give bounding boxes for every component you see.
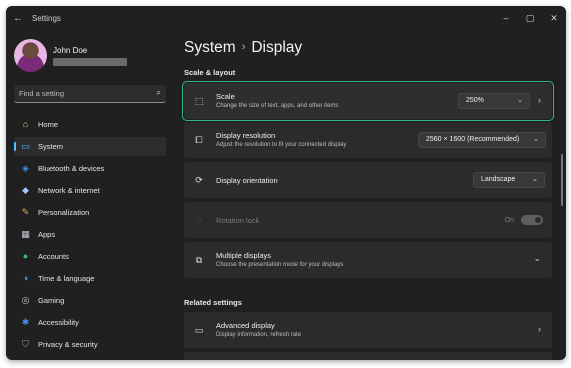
multiple-displays-subtitle: Choose the presentation mode for your di…: [216, 262, 344, 268]
close-button[interactable]: ✕: [546, 11, 562, 25]
rotation-lock-card: ◌ Rotation lock On: [184, 202, 552, 238]
rotation-lock-icon: ◌: [196, 215, 202, 225]
scale-subtitle: Change the size of text, apps, and other…: [216, 103, 339, 109]
orientation-dropdown[interactable]: Landscape ⌄: [473, 172, 545, 188]
sidebar-item-label: Time & language: [38, 274, 95, 283]
sidebar-item-label: Privacy & security: [38, 340, 98, 349]
avatar[interactable]: [14, 39, 47, 72]
breadcrumb-parent[interactable]: System: [184, 39, 236, 56]
sidebar-item-bluetooth-devices[interactable]: ◈ Bluetooth & devices: [14, 159, 166, 178]
system-icon: ▭: [21, 141, 30, 151]
toggle-knob: [535, 217, 541, 223]
multiple-displays-card[interactable]: ⧉ Multiple displays Choose the presentat…: [184, 242, 552, 278]
rotation-lock-state: On: [504, 217, 514, 224]
app-title: Settings: [32, 14, 61, 23]
resolution-icon: ⧠: [195, 135, 203, 145]
resolution-dropdown[interactable]: 2560 × 1600 (Recommended) ⌄: [418, 132, 546, 148]
scale-card[interactable]: ⬚ Scale Change the size of text, apps, a…: [182, 81, 554, 121]
breadcrumb: System › Display: [184, 39, 302, 57]
home-icon: ⌂: [22, 119, 29, 129]
sidebar-item-network-internet[interactable]: ◆ Network & internet: [14, 181, 166, 200]
resolution-title: Display resolution: [216, 131, 276, 140]
rotation-lock-toggle[interactable]: [521, 215, 543, 225]
next-card-partial: [184, 352, 552, 360]
network-icon: ◆: [22, 185, 29, 195]
resolution-dropdown-value: 2560 × 1600 (Recommended): [426, 136, 520, 143]
section-title-related-settings: Related settings: [184, 298, 242, 307]
bluetooth-icon: ◈: [22, 163, 29, 173]
sidebar-item-accessibility[interactable]: ✱ Accessibility: [14, 313, 166, 332]
monitor-icon: ▭: [194, 325, 204, 335]
gaming-icon: ◎: [21, 295, 30, 305]
chevron-down-icon[interactable]: ⌄: [533, 253, 541, 264]
page-title: Display: [251, 39, 303, 56]
sidebar-item-label: Personalization: [38, 208, 90, 217]
active-indicator: [14, 142, 16, 151]
chevron-down-icon: ⌄: [517, 97, 523, 104]
sidebar-item-label: System: [38, 142, 64, 151]
sidebar-item-label: Bluetooth & devices: [38, 164, 105, 173]
advanced-display-subtitle: Display information, refresh rate: [216, 332, 302, 338]
sidebar-item-accounts[interactable]: ● Accounts: [14, 247, 166, 266]
scale-dropdown[interactable]: 250% ⌄: [458, 93, 530, 109]
orientation-dropdown-value: Landscape: [481, 176, 516, 183]
resolution-subtitle: Adjust the resolution to fit your connec…: [216, 142, 347, 148]
settings-window: ← Settings – ▢ ✕ John Doe ⌕ System › Displ…: [6, 6, 566, 360]
scrollbar[interactable]: [561, 154, 563, 206]
section-title-scale-layout: Scale & layout: [184, 68, 236, 77]
shield-icon: ⛉: [22, 339, 29, 349]
title-bar: ← Settings – ▢ ✕: [6, 6, 566, 32]
personalization-icon: ✎: [21, 207, 30, 217]
display-orientation-card: ⟳ Display orientation Landscape ⌄: [184, 162, 552, 198]
search-icon[interactable]: ⌕: [157, 88, 161, 98]
back-arrow-icon[interactable]: ←: [12, 13, 24, 25]
chevron-right-icon[interactable]: ›: [538, 324, 541, 334]
accessibility-icon: ✱: [21, 317, 30, 327]
multiple-displays-icon: ⧉: [195, 255, 203, 265]
maximize-button[interactable]: ▢: [522, 11, 538, 25]
search-box[interactable]: ⌕: [14, 85, 166, 103]
orientation-icon: ⟳: [195, 175, 203, 185]
chevron-right-icon[interactable]: ›: [538, 95, 541, 105]
sidebar-item-home[interactable]: ⌂ Home: [14, 115, 166, 134]
scale-dropdown-value: 250%: [466, 97, 484, 104]
sidebar-item-time-language[interactable]: ◑ Time & language: [14, 269, 166, 288]
accounts-icon: ●: [22, 251, 29, 261]
multiple-displays-title: Multiple displays: [216, 251, 272, 260]
apps-icon: ▦: [21, 229, 30, 239]
scale-icon: ⬚: [194, 96, 204, 106]
user-name: John Doe: [53, 46, 88, 55]
sidebar-item-personalization[interactable]: ✎ Personalization: [14, 203, 166, 222]
sidebar-item-system[interactable]: ▭ System: [14, 137, 166, 156]
sidebar-item-label: Network & internet: [38, 186, 100, 195]
rotation-lock-title: Rotation lock: [216, 216, 260, 225]
user-email-redacted: [53, 58, 127, 66]
orientation-title: Display orientation: [216, 176, 278, 185]
sidebar-item-apps[interactable]: ▦ Apps: [14, 225, 166, 244]
sidebar-item-label: Apps: [38, 230, 56, 239]
sidebar-item-label: Home: [38, 120, 59, 129]
chevron-down-icon: ⌄: [532, 176, 538, 183]
advanced-display-card[interactable]: ▭ Advanced display Display information, …: [184, 312, 552, 348]
display-resolution-card: ⧠ Display resolution Adjust the resoluti…: [184, 122, 552, 158]
scale-title: Scale: [216, 92, 235, 101]
sidebar-item-label: Accessibility: [38, 318, 79, 327]
sidebar-item-gaming[interactable]: ◎ Gaming: [14, 291, 166, 310]
minimize-button[interactable]: –: [498, 11, 514, 25]
breadcrumb-separator-icon: ›: [241, 41, 246, 53]
sidebar-item-label: Gaming: [38, 296, 65, 305]
sidebar-item-label: Accounts: [38, 252, 69, 261]
chevron-down-icon: ⌄: [533, 136, 539, 143]
sidebar-item-privacy-security[interactable]: ⛉ Privacy & security: [14, 335, 166, 354]
advanced-display-title: Advanced display: [216, 321, 275, 330]
time-language-icon: ◑: [22, 273, 29, 283]
search-input[interactable]: [19, 87, 147, 100]
